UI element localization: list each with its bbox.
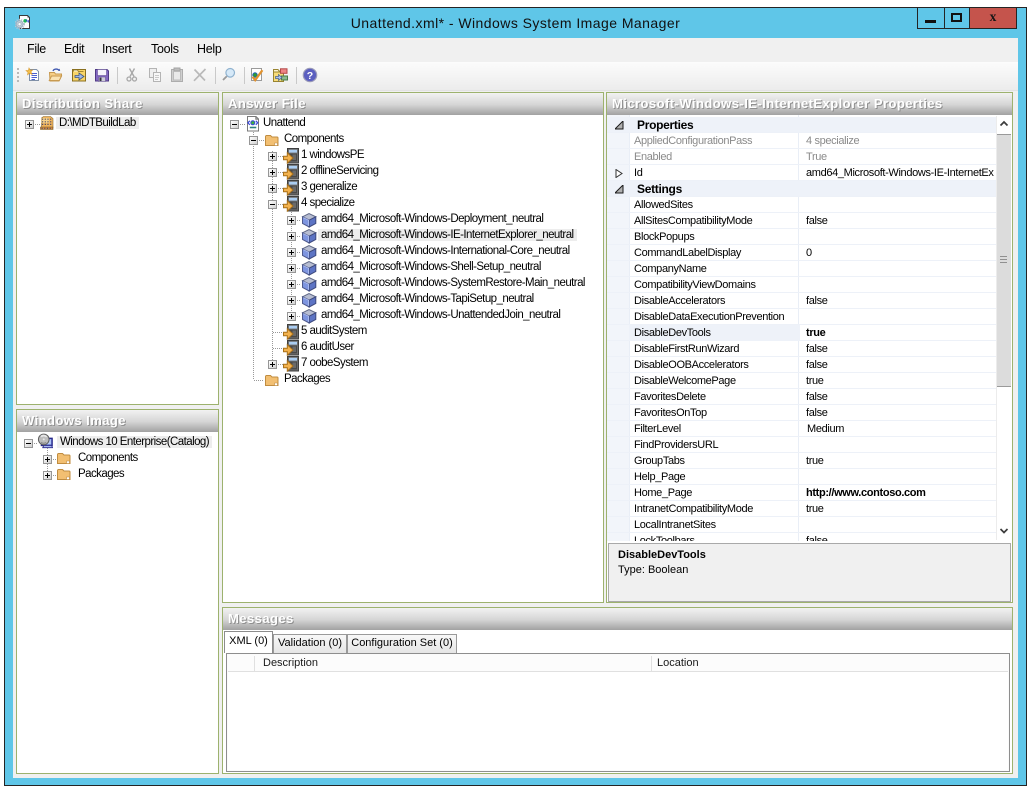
svg-text:?: ? [307, 70, 313, 82]
